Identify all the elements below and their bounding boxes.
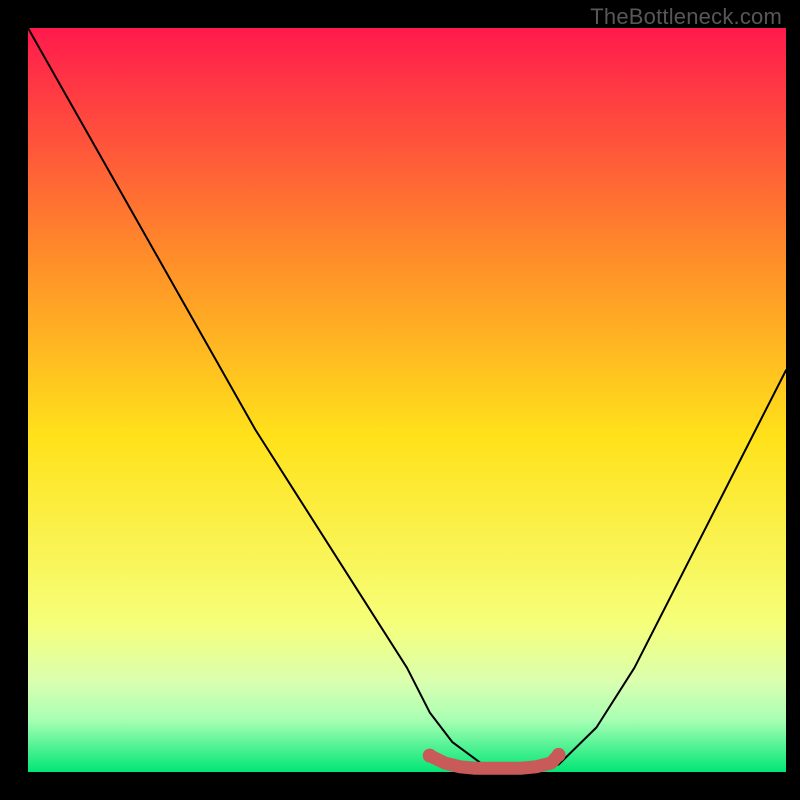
watermark-text: TheBottleneck.com bbox=[590, 4, 782, 30]
bottleneck-chart bbox=[0, 0, 800, 800]
plot-background bbox=[28, 28, 786, 772]
plateau-endpoint bbox=[552, 748, 566, 762]
chart-container: TheBottleneck.com bbox=[0, 0, 800, 800]
plateau-endpoint bbox=[423, 749, 437, 763]
